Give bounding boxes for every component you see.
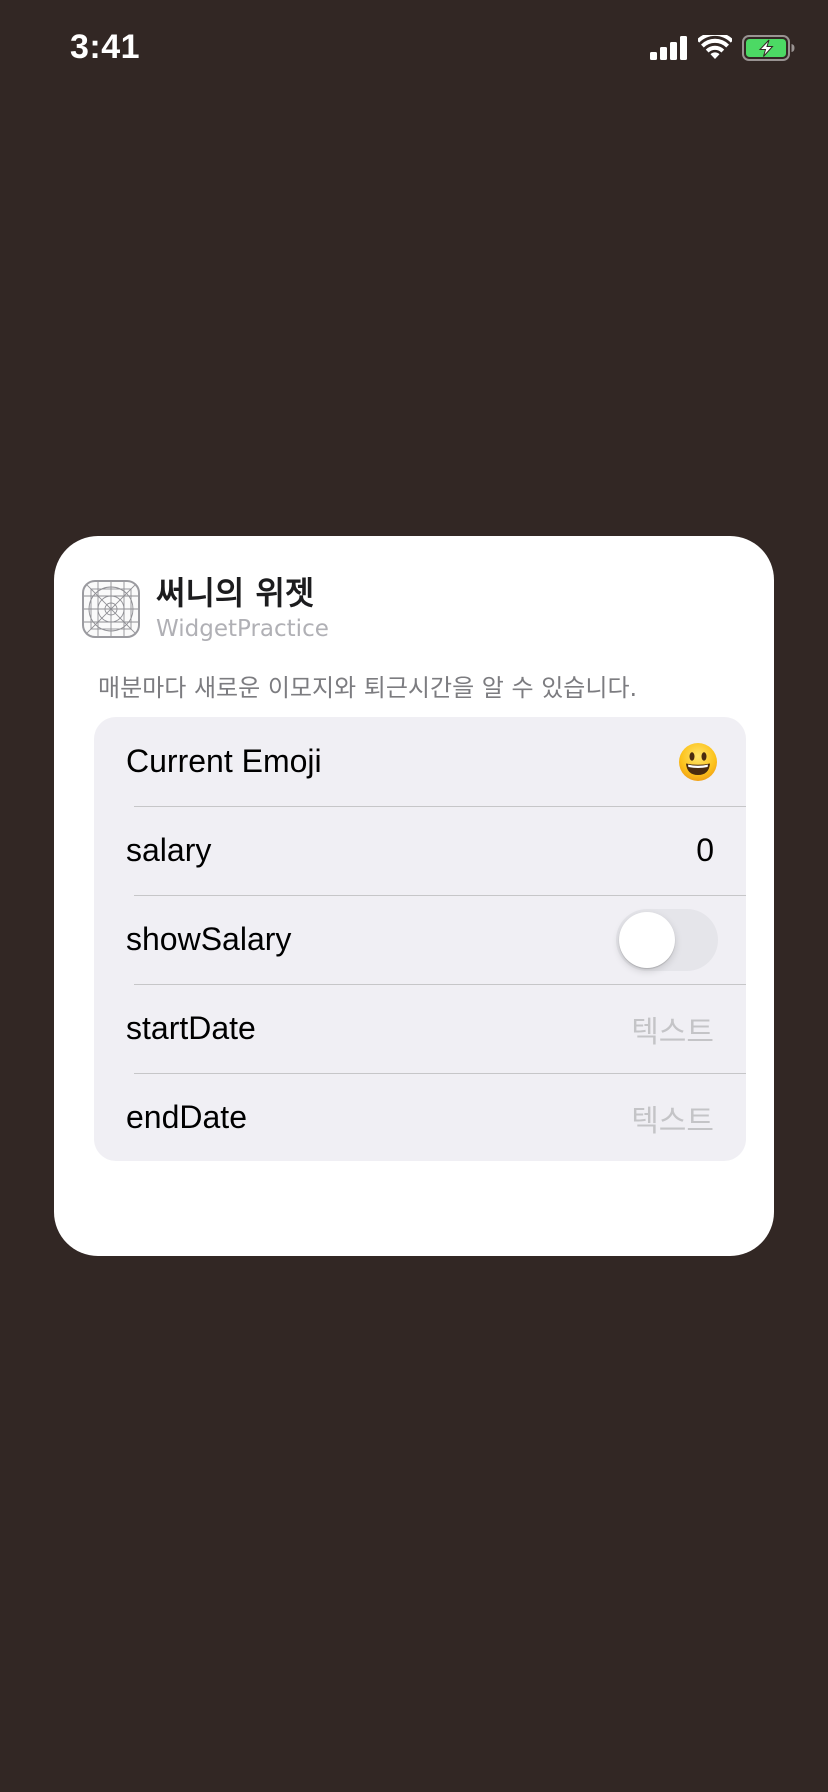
- smiley-emoji-icon: [678, 742, 718, 782]
- status-bar: 3:41: [0, 0, 828, 100]
- row-label: showSalary: [126, 921, 292, 957]
- row-label: salary: [126, 832, 212, 868]
- setting-row-show-salary: showSalary: [94, 895, 746, 984]
- status-icons: [650, 32, 796, 66]
- row-label: startDate: [126, 1010, 256, 1046]
- setting-row-start-date[interactable]: startDate 텍스트: [94, 984, 746, 1073]
- row-label: endDate: [126, 1099, 247, 1135]
- app-icon: [82, 580, 140, 638]
- widget-title: 써니의 위젯: [156, 574, 315, 612]
- header-text: 써니의 위젯 WidgetPractice: [156, 574, 329, 644]
- cellular-signal-icon: [650, 36, 688, 64]
- show-salary-toggle[interactable]: [616, 908, 718, 971]
- salary-value[interactable]: 0: [696, 832, 714, 869]
- end-date-input[interactable]: 텍스트: [631, 1096, 714, 1140]
- setting-row-salary[interactable]: salary 0: [94, 806, 746, 895]
- start-date-input[interactable]: 텍스트: [631, 1007, 714, 1051]
- settings-list: Current Emoji salary 0 showSalary startD…: [94, 717, 746, 1161]
- battery-charging-icon: [742, 35, 796, 65]
- wifi-icon: [696, 32, 734, 65]
- status-time: 3:41: [70, 28, 141, 66]
- setting-row-current-emoji[interactable]: Current Emoji: [94, 717, 746, 806]
- app-name: WidgetPractice: [156, 616, 329, 642]
- widget-config-card: 써니의 위젯 WidgetPractice 매분마다 새로운 이모지와 퇴근시간…: [54, 536, 774, 1256]
- setting-row-end-date[interactable]: endDate 텍스트: [94, 1073, 746, 1161]
- toggle-knob: [619, 911, 675, 968]
- widget-description: 매분마다 새로운 이모지와 퇴근시간을 알 수 있습니다.: [98, 674, 638, 702]
- row-label: Current Emoji: [126, 743, 322, 779]
- card-header: 써니의 위젯 WidgetPractice: [82, 574, 329, 644]
